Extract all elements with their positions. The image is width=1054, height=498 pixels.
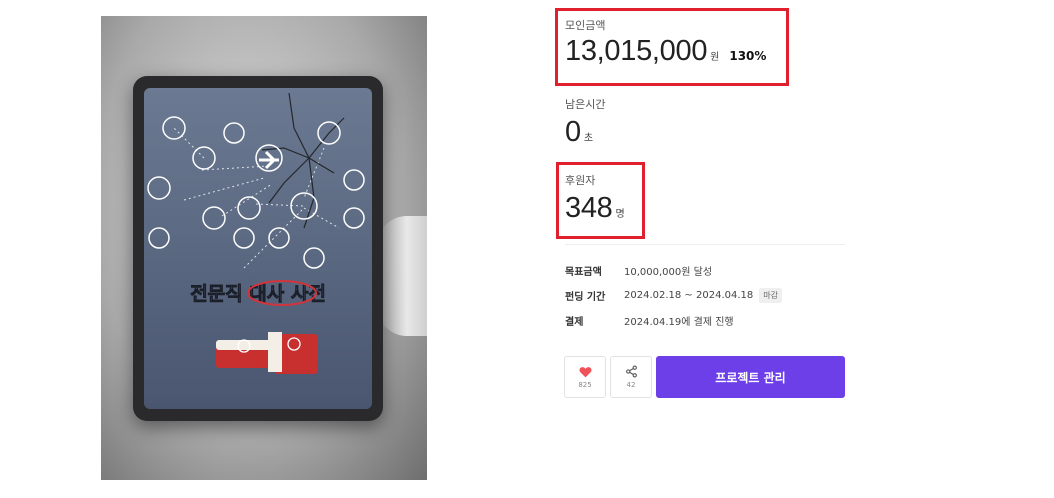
stats-divider <box>565 244 845 245</box>
share-button[interactable]: 42 <box>610 356 652 398</box>
raised-percent: 130% <box>729 49 767 63</box>
project-cover-image: 전문직 대사 사전 <box>101 16 427 480</box>
raised-amount-value: 13,015,000 <box>565 35 708 67</box>
raised-amount-label: 모인금액 <box>565 19 606 32</box>
backers-label: 후원자 <box>565 174 596 187</box>
period-value: 2024.02.18 ~ 2024.04.18 <box>624 290 754 301</box>
period-closed-badge: 마감 <box>759 288 782 303</box>
share-icon <box>625 365 637 378</box>
backers-value: 348 <box>565 192 613 224</box>
backers-stat: 후원자 348 명 <box>565 172 625 225</box>
hand-illustration <box>377 216 427 336</box>
time-remaining-stat: 남은시간 0 초 <box>565 96 605 149</box>
backers-unit: 명 <box>615 209 625 220</box>
heart-icon <box>578 366 592 377</box>
cover-illustration: 전문직 대사 사전 <box>147 92 365 374</box>
time-remaining-unit: 초 <box>583 133 594 144</box>
tablet-illustration: 전문직 대사 사전 <box>133 76 383 421</box>
tablet-screen: 전문직 대사 사전 <box>144 88 372 409</box>
time-remaining-label: 남은시간 <box>565 98 606 111</box>
like-button[interactable]: 825 <box>564 356 606 398</box>
goal-label: 목표금액 <box>565 267 602 278</box>
period-label: 펀딩 기간 <box>565 292 606 303</box>
share-count: 42 <box>626 381 636 389</box>
period-row: 펀딩 기간 2024.02.18 ~ 2024.04.18 마감 <box>565 288 782 303</box>
raised-amount-stat: 모인금액 13,015,000 원 130% <box>565 17 766 68</box>
goal-row: 목표금액 10,000,000원 달성 <box>565 263 712 278</box>
payment-row: 결제 2024.04.19에 결제 진행 <box>565 313 734 328</box>
payment-label: 결제 <box>565 317 584 328</box>
goal-value: 10,000,000원 달성 <box>624 267 713 278</box>
like-count: 825 <box>578 380 592 389</box>
project-manage-button[interactable]: 프로젝트 관리 <box>656 356 845 398</box>
time-remaining-value: 0 <box>565 116 581 148</box>
raised-amount-unit: 원 <box>710 52 720 63</box>
payment-value: 2024.04.19에 결제 진행 <box>624 317 734 328</box>
